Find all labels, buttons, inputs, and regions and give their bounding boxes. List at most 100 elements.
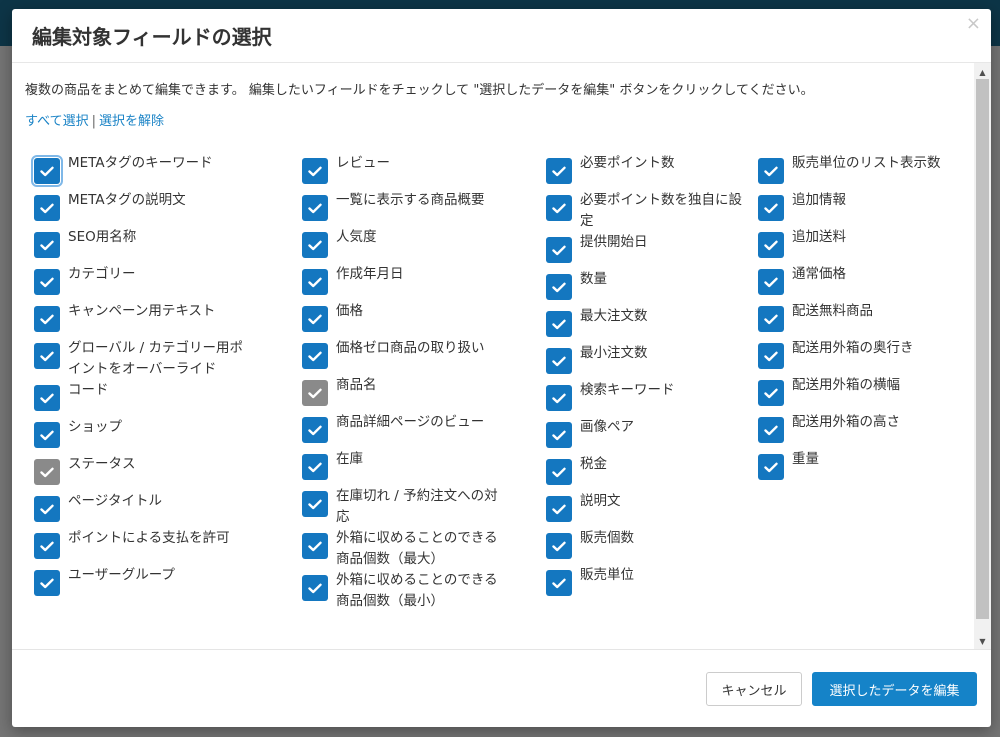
field-checkbox[interactable]: [758, 380, 784, 406]
field-checkbox-item[interactable]: ページタイトル: [34, 491, 243, 528]
field-checkbox-item[interactable]: ショップ: [34, 417, 243, 454]
field-checkbox-item[interactable]: 配送用外箱の高さ: [758, 412, 972, 449]
field-checkbox[interactable]: [758, 417, 784, 443]
scroll-up-arrow-icon[interactable]: ▲: [974, 65, 991, 79]
field-checkbox[interactable]: [302, 306, 328, 332]
field-checkbox-item[interactable]: 販売単位のリスト表示数: [758, 153, 972, 190]
field-checkbox-item[interactable]: 最大注文数: [546, 306, 745, 343]
field-checkbox[interactable]: [758, 306, 784, 332]
scrollbar-thumb[interactable]: [976, 79, 989, 619]
field-checkbox-item[interactable]: グローバル / カテゴリー用ポイントをオーバーライド: [34, 338, 243, 380]
field-checkbox-item[interactable]: ステータス: [34, 454, 243, 491]
field-checkbox[interactable]: [546, 274, 572, 300]
field-checkbox-item[interactable]: 配送無料商品: [758, 301, 972, 338]
field-checkbox-item[interactable]: 画像ペア: [546, 417, 745, 454]
field-checkbox-item[interactable]: カテゴリー: [34, 264, 243, 301]
field-checkbox[interactable]: [34, 570, 60, 596]
field-checkbox-item[interactable]: 最小注文数: [546, 343, 745, 380]
field-checkbox-item[interactable]: 通常価格: [758, 264, 972, 301]
field-checkbox-item[interactable]: 作成年月日: [302, 264, 511, 301]
field-checkbox-item[interactable]: キャンペーン用テキスト: [34, 301, 243, 338]
field-checkbox[interactable]: [302, 454, 328, 480]
field-checkbox-item[interactable]: 外箱に収めることのできる商品個数（最大）: [302, 528, 511, 570]
field-checkbox[interactable]: [758, 269, 784, 295]
field-checkbox[interactable]: [546, 237, 572, 263]
field-checkbox[interactable]: [34, 195, 60, 221]
field-checkbox[interactable]: [302, 158, 328, 184]
field-checkbox-item[interactable]: 提供開始日: [546, 232, 745, 269]
field-checkbox[interactable]: [302, 232, 328, 258]
checkmark-icon: [40, 393, 54, 403]
field-checkbox[interactable]: [546, 195, 572, 221]
field-checkbox[interactable]: [34, 306, 60, 332]
field-checkbox[interactable]: [546, 385, 572, 411]
field-checkbox-item[interactable]: 配送用外箱の奥行き: [758, 338, 972, 375]
field-checkbox[interactable]: [302, 533, 328, 559]
deselect-all-link[interactable]: 選択を解除: [99, 114, 164, 129]
field-checkbox-item[interactable]: 外箱に収めることのできる商品個数（最小）: [302, 570, 511, 612]
cancel-button[interactable]: キャンセル: [706, 672, 802, 706]
field-checkbox[interactable]: [758, 343, 784, 369]
field-checkbox[interactable]: [34, 385, 60, 411]
field-checkbox-item[interactable]: 価格: [302, 301, 511, 338]
field-checkbox-item[interactable]: 説明文: [546, 491, 745, 528]
field-checkbox[interactable]: [546, 311, 572, 337]
field-checkbox-item[interactable]: METAタグの説明文: [34, 190, 243, 227]
field-checkbox-item[interactable]: 商品名: [302, 375, 511, 412]
field-checkbox[interactable]: [546, 422, 572, 448]
field-checkbox-item[interactable]: METAタグのキーワード: [31, 153, 243, 190]
field-checkbox[interactable]: [758, 232, 784, 258]
field-checkbox-item[interactable]: 在庫切れ / 予約注文への対応: [302, 486, 511, 528]
field-checkbox[interactable]: [758, 454, 784, 480]
field-checkbox-item[interactable]: 追加情報: [758, 190, 972, 227]
checkmark-icon: [552, 245, 566, 255]
field-checkbox-item[interactable]: 価格ゼロ商品の取り扱い: [302, 338, 511, 375]
field-checkbox-item[interactable]: 販売個数: [546, 528, 745, 565]
field-checkbox[interactable]: [302, 343, 328, 369]
field-checkbox-item[interactable]: 人気度: [302, 227, 511, 264]
field-checkbox-item[interactable]: レビュー: [302, 153, 511, 190]
close-icon[interactable]: ×: [966, 13, 981, 34]
field-checkbox[interactable]: [758, 195, 784, 221]
field-checkbox-item[interactable]: 販売単位: [546, 565, 745, 602]
scroll-down-arrow-icon[interactable]: ▼: [974, 634, 991, 648]
field-checkbox-item[interactable]: 商品詳細ページのビュー: [302, 412, 511, 449]
field-checkbox-item[interactable]: コード: [34, 380, 243, 417]
field-checkbox[interactable]: [34, 232, 60, 258]
field-checkbox-item[interactable]: 在庫: [302, 449, 511, 486]
field-checkbox[interactable]: [34, 422, 60, 448]
field-checkbox-item[interactable]: 一覧に表示する商品概要: [302, 190, 511, 227]
field-checkbox[interactable]: [546, 158, 572, 184]
field-checkbox-item[interactable]: 重量: [758, 449, 972, 486]
field-checkbox[interactable]: [34, 496, 60, 522]
field-checkbox-item[interactable]: ポイントによる支払を許可: [34, 528, 243, 565]
field-checkbox[interactable]: [546, 496, 572, 522]
field-checkbox[interactable]: [546, 570, 572, 596]
field-checkbox-item[interactable]: 検索キーワード: [546, 380, 745, 417]
field-checkbox[interactable]: [302, 417, 328, 443]
field-checkbox[interactable]: [302, 491, 328, 517]
select-all-link[interactable]: すべて選択: [25, 114, 89, 129]
field-checkbox-item[interactable]: ユーザーグループ: [34, 565, 243, 602]
field-checkbox-item[interactable]: 必要ポイント数: [546, 153, 745, 190]
field-checkbox-item[interactable]: 必要ポイント数を独自に設定: [546, 190, 745, 232]
field-checkbox[interactable]: [302, 575, 328, 601]
field-checkbox-item[interactable]: 配送用外箱の横幅: [758, 375, 972, 412]
field-checkbox[interactable]: [546, 459, 572, 485]
field-checkbox[interactable]: [546, 348, 572, 374]
field-checkbox-item[interactable]: SEO用名称: [34, 227, 243, 264]
field-checkbox[interactable]: [758, 158, 784, 184]
field-checkbox[interactable]: [34, 269, 60, 295]
dialog-scrollbar[interactable]: ▲ ▼: [974, 63, 991, 650]
field-checkbox[interactable]: [34, 343, 60, 369]
field-checkbox-item[interactable]: 税金: [546, 454, 745, 491]
field-checkbox-item[interactable]: 追加送料: [758, 227, 972, 264]
field-checkbox[interactable]: [302, 269, 328, 295]
field-checkbox[interactable]: [34, 533, 60, 559]
field-checkbox-item[interactable]: 数量: [546, 269, 745, 306]
checkmark-icon: [308, 388, 322, 398]
edit-selected-data-button[interactable]: 選択したデータを編集: [812, 672, 977, 706]
field-checkbox[interactable]: [31, 155, 63, 187]
field-checkbox[interactable]: [546, 533, 572, 559]
field-checkbox[interactable]: [302, 195, 328, 221]
